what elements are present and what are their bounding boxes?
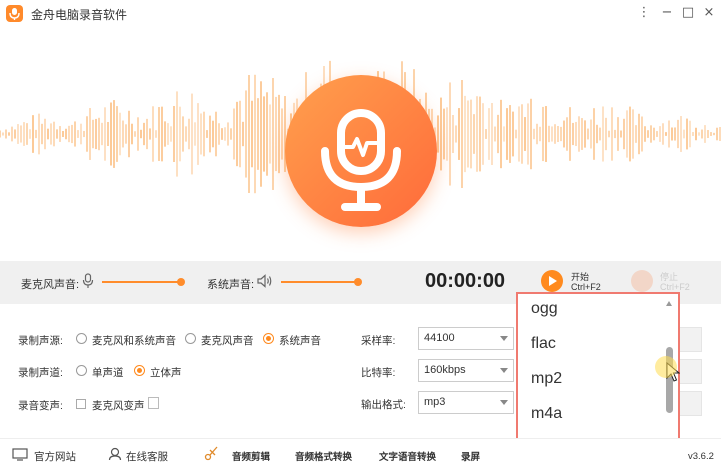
voice-change-label: 录音变声:: [18, 400, 63, 412]
mic-small-icon: [82, 273, 94, 292]
minimize-button[interactable]: −: [658, 4, 676, 22]
app-window: 金舟电脑录音软件 ⋮ − □ × 麦克风声音: 系统声音: 00:00:00 开…: [0, 0, 721, 467]
sample-rate-select[interactable]: 44100: [418, 327, 514, 350]
format-label: 输出格式:: [361, 399, 406, 411]
channel-radio-mono[interactable]: [76, 365, 87, 376]
tool-audio-edit[interactable]: 音频剪辑: [232, 449, 270, 463]
channel-option-stereo[interactable]: 立体声: [150, 365, 182, 380]
website-link[interactable]: 官方网站: [34, 449, 76, 464]
sample-rate-label: 采样率:: [361, 335, 396, 347]
source-option-both[interactable]: 麦克风和系统声音: [92, 333, 176, 348]
close-button[interactable]: ×: [700, 4, 718, 22]
scroll-up-icon[interactable]: [666, 301, 672, 306]
format-option-ogg[interactable]: ogg: [531, 300, 558, 318]
mic-icon: [285, 75, 437, 227]
mic-volume-label: 麦克风声音:: [21, 279, 80, 291]
source-option-mic[interactable]: 麦克风声音: [201, 333, 254, 348]
format-value: mp3: [424, 396, 446, 408]
bitrate-value: 160kbps: [424, 364, 466, 376]
voice-settings-icon[interactable]: [148, 397, 159, 409]
stop-hotkey: Ctrl+F2: [660, 282, 690, 292]
format-option-m4a[interactable]: m4a: [531, 405, 562, 423]
speaker-icon: [257, 274, 273, 291]
support-link[interactable]: 在线客服: [126, 449, 168, 464]
tool-format-convert[interactable]: 音频格式转换: [295, 449, 352, 463]
maximize-button[interactable]: □: [679, 4, 697, 22]
system-volume-knob[interactable]: [354, 278, 362, 286]
chevron-down-icon: [500, 336, 508, 341]
title-bar: 金舟电脑录音软件 ⋮ − □ ×: [0, 0, 721, 28]
chevron-down-icon: [500, 400, 508, 405]
tool-text-to-speech[interactable]: 文字语音转换: [379, 449, 436, 463]
voice-change-option[interactable]: 麦克风变声: [92, 398, 145, 413]
voice-change-checkbox[interactable]: [76, 399, 86, 409]
bitrate-label: 比特率:: [361, 367, 396, 379]
bitrate-select[interactable]: 160kbps: [418, 359, 514, 382]
scissors-icon: [204, 445, 220, 464]
channel-option-mono[interactable]: 单声道: [92, 365, 124, 380]
format-select[interactable]: mp3: [418, 391, 514, 414]
app-logo-icon: [6, 5, 23, 22]
channel-radio-stereo[interactable]: [134, 365, 145, 376]
source-radio-system[interactable]: [263, 333, 274, 344]
tool-screen-record[interactable]: 录屏: [461, 449, 480, 463]
menu-button[interactable]: ⋮: [635, 4, 653, 22]
cursor-highlight: [655, 356, 677, 378]
source-option-system[interactable]: 系统声音: [279, 333, 321, 348]
format-option-mp2[interactable]: mp2: [531, 370, 562, 388]
waveform-banner: [0, 29, 721, 261]
start-hotkey: Ctrl+F2: [571, 282, 601, 292]
play-icon[interactable]: [541, 270, 563, 292]
sample-rate-value: 44100: [424, 332, 455, 344]
recording-timer: 00:00:00: [425, 270, 506, 292]
channel-label: 录制声道:: [18, 367, 63, 379]
source-radio-both[interactable]: [76, 333, 87, 344]
chevron-down-icon: [500, 368, 508, 373]
source-radio-mic[interactable]: [185, 333, 196, 344]
mic-volume-knob[interactable]: [177, 278, 185, 286]
source-label: 录制声源:: [18, 335, 63, 347]
window-title: 金舟电脑录音软件: [31, 8, 128, 22]
format-option-flac[interactable]: flac: [531, 335, 556, 353]
headset-icon: [108, 447, 122, 464]
stop-icon[interactable]: [631, 270, 653, 292]
version-label: v3.6.2: [688, 451, 714, 462]
mic-volume-slider[interactable]: [102, 281, 182, 283]
monitor-icon: [12, 448, 28, 464]
system-volume-label: 系统声音:: [207, 279, 255, 291]
system-volume-slider[interactable]: [281, 281, 359, 283]
